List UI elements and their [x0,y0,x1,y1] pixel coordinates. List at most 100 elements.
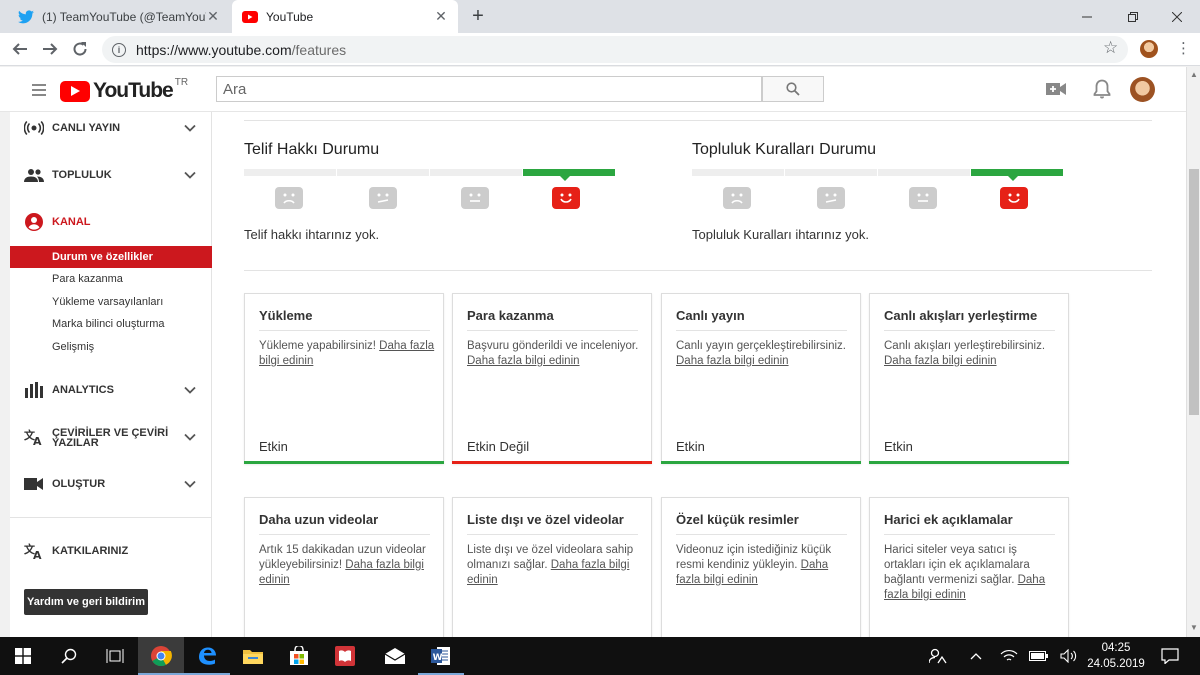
minimize-icon[interactable] [1064,0,1110,33]
file-explorer-icon[interactable] [230,637,276,675]
feature-card-longer-videos[interactable]: Daha uzun videolar Artık 15 dakikadan uz… [244,497,444,647]
sidebar-group-channel[interactable]: KANAL [10,207,212,237]
sidebar-item-status-features[interactable]: Durum ve özellikler [10,246,212,268]
battery-icon[interactable] [1022,637,1056,675]
smile-face-icon [552,187,580,209]
feature-status-bar-enabled [869,461,1069,464]
sidebar-group-translations[interactable]: 文A ÇEVİRİLER VE ÇEVİRİ YAZILAR [10,422,212,452]
store-icon[interactable] [276,637,322,675]
browser-profile-avatar[interactable] [1140,40,1158,58]
browser-tabstrip: (1) TeamYouTube (@TeamYouTube ✕ YouTube … [0,0,1200,33]
volume-icon[interactable] [1052,637,1086,675]
scroll-down-arrow-icon[interactable]: ▼ [1190,623,1198,632]
task-view-icon[interactable] [92,637,138,675]
reload-icon[interactable] [69,38,91,60]
meter-segment-active [523,169,615,176]
sidebar-group-contributions[interactable]: 文A KATKILARINIZ [10,536,212,566]
feature-card-monetization[interactable]: Para kazanma Başvuru gönderildi ve incel… [452,293,652,464]
feature-card-custom-thumbnails[interactable]: Özel küçük resimler Videonuz için istedi… [661,497,861,647]
info-icon[interactable]: i [112,42,126,57]
clock-date: 24.05.2019 [1087,658,1145,670]
copyright-status-text: Telif hakkı ihtarınız yok. [244,227,380,242]
back-arrow-icon[interactable] [9,38,31,60]
feature-card-embed-live[interactable]: Canlı akışları yerleştirme Canlı akışlar… [869,293,1069,464]
studio-sidebar: CANLI YAYIN TOPLULUK KANAL Durum ve özel… [10,112,212,637]
people-icon[interactable] [918,637,958,675]
feature-card-upload[interactable]: Yükleme Yükleme yapabilirsiniz! Daha faz… [244,293,444,464]
learn-more-link[interactable]: Daha fazla bilgi edinin [467,355,580,367]
chrome-icon[interactable] [138,637,184,675]
new-tab-plus-icon[interactable]: + [468,5,488,28]
feature-card-description: Videonuz için istediğiniz küçük resmi ke… [676,544,832,586]
user-avatar[interactable] [1130,77,1155,102]
clock-time: 04:25 [1101,642,1131,654]
svg-text:A: A [33,435,42,446]
close-icon[interactable]: ✕ [206,8,220,25]
video-camera-icon [24,475,44,493]
live-broadcast-icon [24,119,44,137]
sidebar-group-analytics[interactable]: ANALYTICS [10,375,212,405]
scroll-up-arrow-icon[interactable]: ▲ [1190,70,1198,79]
youtube-logo[interactable]: YouTube TR [60,77,188,103]
restore-icon[interactable] [1110,0,1156,33]
system-clock[interactable]: 04:25 24.05.2019 [1086,640,1146,672]
search-button[interactable] [762,76,824,102]
address-bar[interactable]: i https://www.youtube.com/features [102,36,1128,63]
section-divider [244,270,1152,271]
people-icon [24,166,44,184]
word-icon[interactable]: W [418,637,464,675]
feature-card-title: Özel küçük resimler [676,512,847,535]
notifications-bell-icon[interactable] [1093,79,1111,104]
sidebar-group-community[interactable]: TOPLULUK [10,160,212,190]
browser-menu-icon[interactable]: ⋮ [1176,39,1191,57]
search-input[interactable]: Ara [216,76,762,102]
edge-icon[interactable] [184,637,230,675]
feature-card-unlisted-private[interactable]: Liste dışı ve özel videolar Liste dışı v… [452,497,652,647]
sidebar-group-live[interactable]: CANLI YAYIN [10,113,212,143]
sidebar-group-label: CANLI YAYIN [52,121,121,134]
tab-teamyoutube[interactable]: (1) TeamYouTube (@TeamYouTube ✕ [8,0,230,33]
forward-arrow-icon[interactable] [39,38,61,60]
sidebar-group-create[interactable]: OLUŞTUR [10,469,212,499]
window-close-icon[interactable] [1154,0,1200,33]
sidebar-item-monetization[interactable]: Para kazanma [10,268,212,290]
meter-segment [692,169,784,176]
feature-card-live-streaming[interactable]: Canlı yayın Canlı yayın gerçekleştirebil… [661,293,861,464]
learn-more-link[interactable]: Daha fazla bilgi edinin [676,355,789,367]
windows-start-icon[interactable] [0,637,46,675]
feature-card-state: Etkin [884,439,913,454]
sidebar-item-branding[interactable]: Marka bilinci oluşturma [10,313,212,335]
sidebar-group-label: ANALYTICS [52,383,114,396]
feature-card-description: Canlı akışları yerleştirebilirsiniz. Dah… [884,340,1046,367]
sidebar-item-advanced[interactable]: Gelişmiş [10,336,212,358]
feature-card-external-annotations[interactable]: Harici ek açıklamalar Harici siteler vey… [869,497,1069,647]
book-app-icon[interactable] [322,637,368,675]
chevron-down-icon [184,386,196,394]
upload-video-icon[interactable] [1046,81,1066,102]
translate-icon: 文A [24,428,44,446]
search-icon[interactable] [46,637,92,675]
svg-text:A: A [33,549,42,560]
learn-more-link[interactable]: Daha fazla bilgi edinin [884,355,997,367]
close-icon[interactable]: ✕ [434,8,448,25]
chevron-up-icon[interactable] [958,637,994,675]
sidebar-item-upload-defaults[interactable]: Yükleme varsayılanları [10,291,212,313]
help-feedback-button[interactable]: Yardım ve geri bildirim [24,589,148,615]
page-scrollbar[interactable]: ▲ ▼ [1186,67,1200,637]
chevron-down-icon [184,124,196,132]
tab-youtube[interactable]: YouTube ✕ [232,0,458,33]
frown-face-icon [723,187,751,209]
windows-taskbar: W 04:25 24.05.2019 [0,637,1200,675]
bookmark-star-icon[interactable]: ☆ [1103,38,1118,58]
feature-card-description: Canlı yayın gerçekleştirebilirsiniz. Dah… [676,340,847,367]
feature-card-state: Etkin [259,439,288,454]
scrollbar-thumb[interactable] [1189,169,1199,415]
neutral-face-icon [909,187,937,209]
analytics-bars-icon [24,381,44,399]
translate-icon: 文A [24,542,44,560]
meter-pointer [560,176,570,181]
wifi-icon[interactable] [992,637,1026,675]
hamburger-menu-icon[interactable] [32,84,46,99]
mail-icon[interactable] [372,637,418,675]
action-center-icon[interactable] [1150,637,1190,675]
